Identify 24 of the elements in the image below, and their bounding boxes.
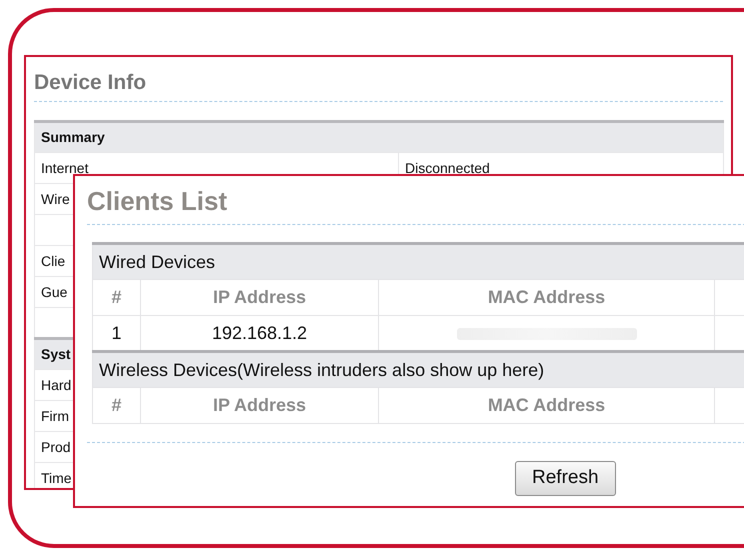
column-header: MAC Address <box>488 395 606 415</box>
row-label: Prod <box>41 438 71 454</box>
column-header: IP Address <box>212 395 306 415</box>
group-heading: Wireless Devices(Wireless intruders also show up here) <box>99 360 544 380</box>
row-value: Disconnected <box>405 160 490 176</box>
column-header: IP Address <box>212 287 306 307</box>
row-label: Internet <box>41 160 88 176</box>
column-header: # <box>111 287 122 307</box>
group-heading: Wired Devices <box>99 252 216 272</box>
row-label: Wire <box>41 190 70 206</box>
row-label: Clie <box>41 252 66 268</box>
section-heading: Syst <box>41 346 71 362</box>
panel-title: Clients List <box>87 185 228 218</box>
row-label: Gue <box>41 284 68 300</box>
refresh-button[interactable]: Refresh <box>515 461 616 496</box>
table-cell: 1 <box>111 322 122 342</box>
section-heading: Summary <box>41 129 105 145</box>
table-cell: 192.168.1.2 <box>212 322 308 342</box>
column-header: # <box>111 395 122 415</box>
column-header: MAC Address <box>488 287 606 307</box>
panel-title: Device Info <box>34 70 148 96</box>
row-label: Time <box>41 470 72 486</box>
row-label: Hard <box>41 376 72 392</box>
row-label: Firm <box>41 408 69 424</box>
